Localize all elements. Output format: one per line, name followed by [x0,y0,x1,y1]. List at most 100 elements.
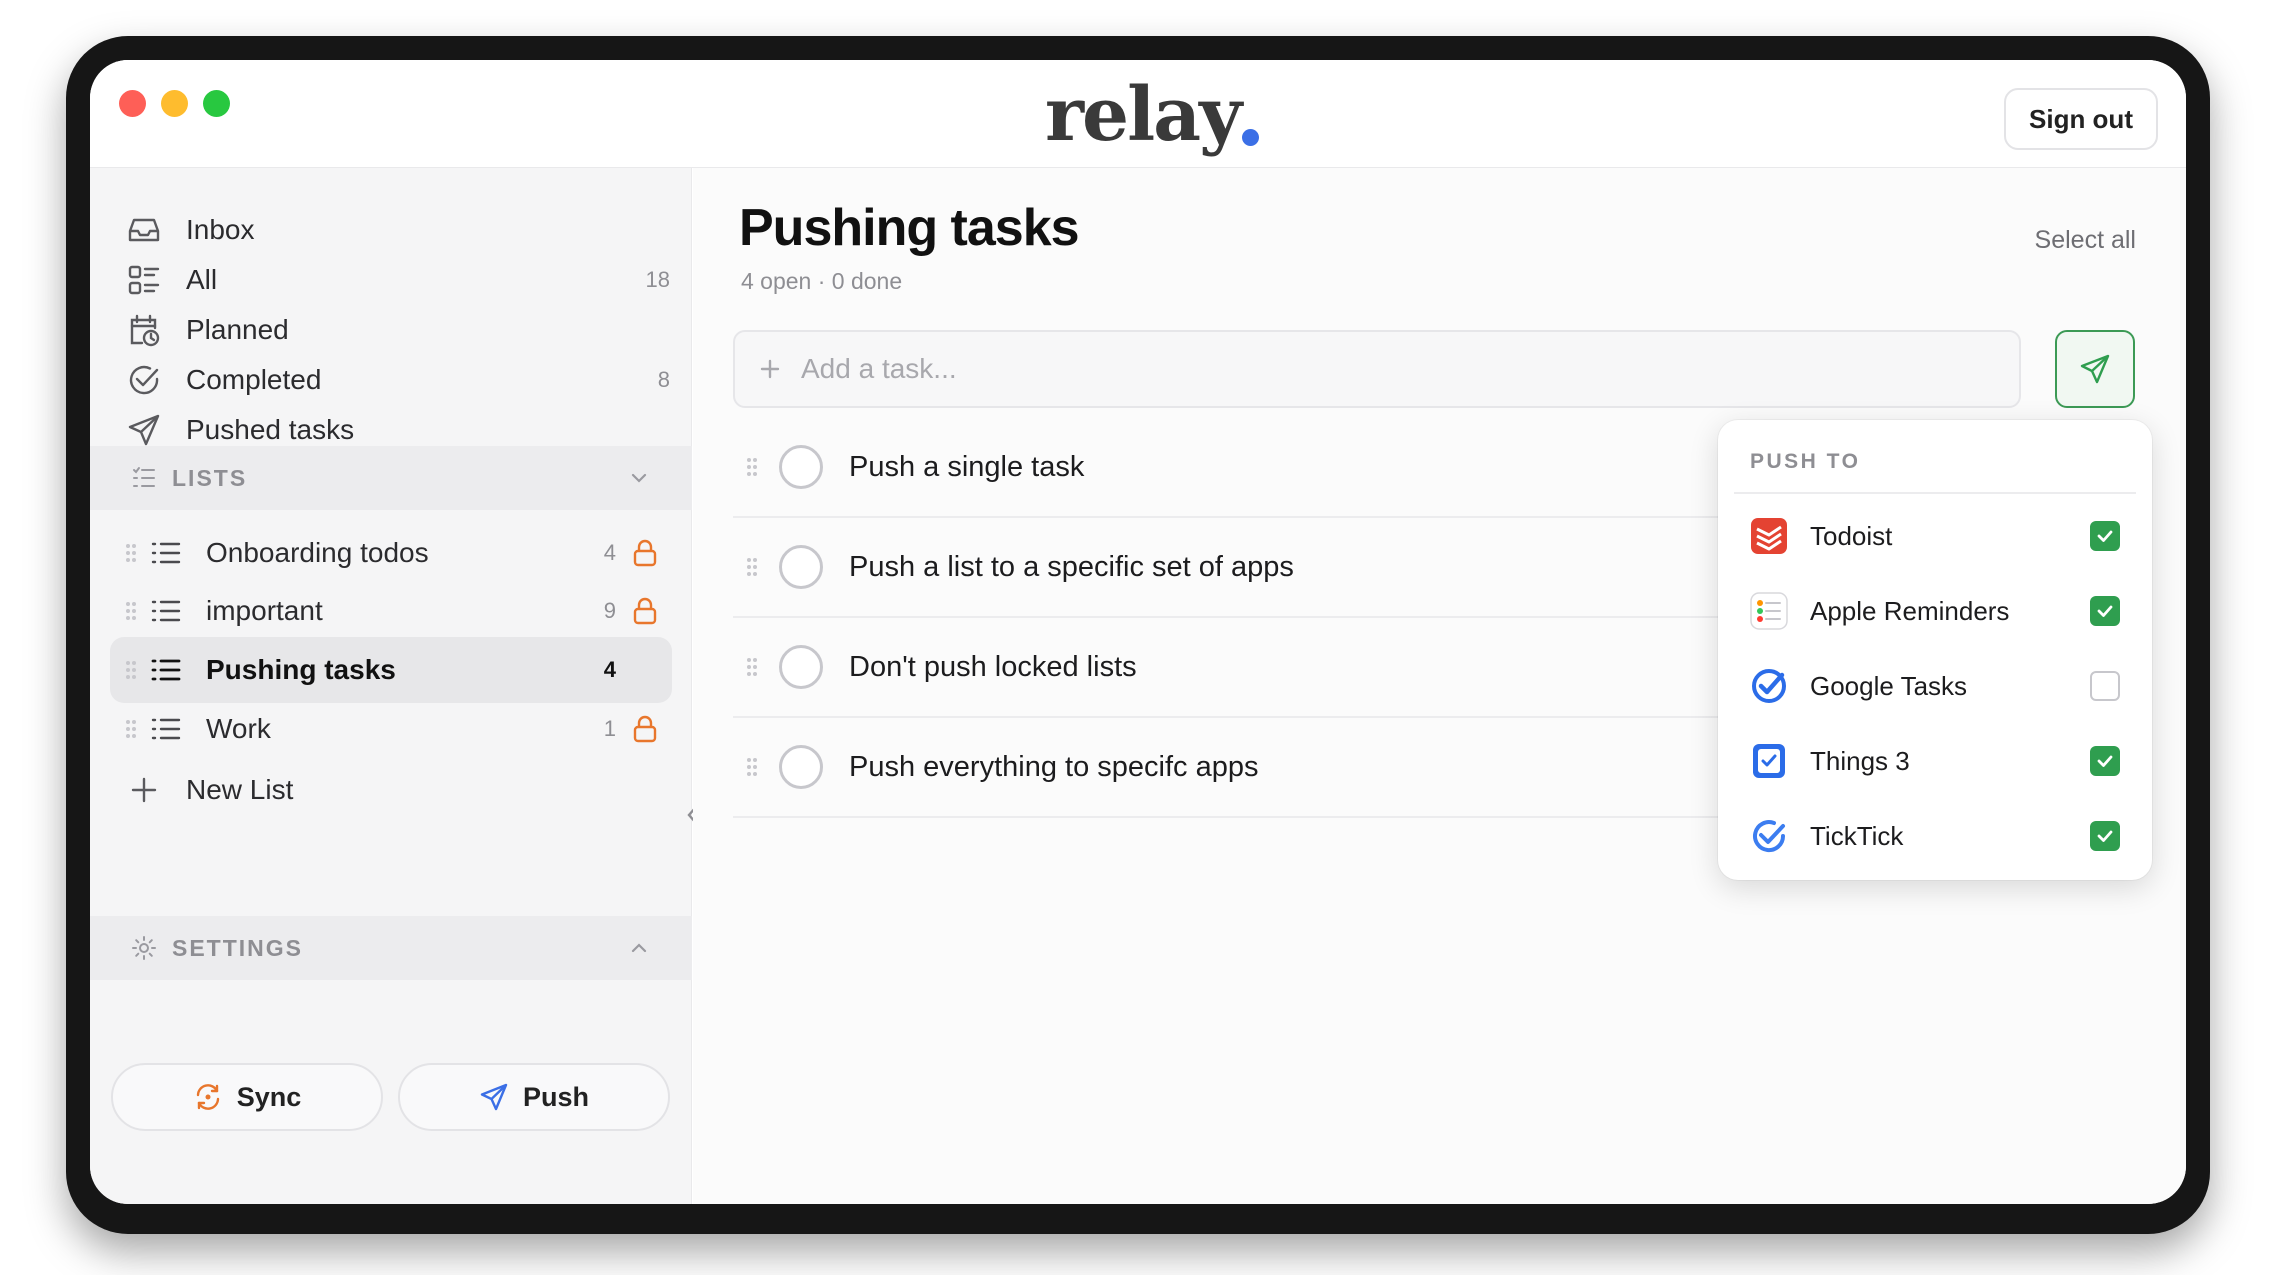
paper-plane-icon [480,1083,508,1111]
chevron-down-icon [626,465,652,491]
google-tasks-icon [1750,667,1788,705]
things-icon [1750,742,1788,780]
task-label: Push everything to specifc apps [849,750,1259,783]
push-target-label: Apple Reminders [1810,595,2010,626]
lock-icon[interactable] [630,596,660,626]
list-icon [148,652,184,688]
push-target-checkbox[interactable] [2090,521,2120,551]
add-task-input[interactable] [801,353,2019,385]
sidebar-list-work[interactable]: Work 1 [110,696,672,762]
list-check-icon [130,464,158,492]
paper-plane-icon [124,410,164,450]
push-target-google-tasks[interactable]: Google Tasks [1736,656,2136,716]
sidebar-list-important[interactable]: important 9 [110,578,672,644]
sidebar-item-label: Pushed tasks [186,414,355,445]
lists-section-header[interactable]: LISTS [90,446,692,510]
apple-reminders-icon [1750,592,1788,630]
title-bar: relay Sign out [90,60,2186,168]
page-title: Pushing tasks [739,199,1080,257]
push-menu-button[interactable] [2055,330,2135,408]
ticktick-icon [1750,817,1788,855]
sidebar-list-onboarding-todos[interactable]: Onboarding todos 4 [110,520,672,586]
all-grid-icon [124,260,164,300]
drag-handle-icon[interactable] [124,718,138,740]
lock-icon[interactable] [630,714,660,744]
push-to-menu: PUSH TO Todoist Apple Reminders Google T… [1718,420,2152,880]
list-icon [148,711,184,747]
push-target-label: Google Tasks [1810,670,1968,701]
list-icon [148,535,184,571]
drag-handle-icon[interactable] [124,659,138,681]
sidebar-item-label: Completed [186,364,322,395]
page-subtitle: 4 open · 0 done [741,268,903,294]
push-target-label: TickTick [1810,820,1904,851]
logo-text: relay [1045,72,1242,158]
todoist-icon [1750,517,1788,555]
lists-header-label: LISTS [172,464,248,491]
push-target-things-3[interactable]: Things 3 [1736,731,2136,791]
new-list-button[interactable]: New List [124,760,676,820]
sync-button[interactable]: Sync [111,1063,383,1131]
drag-handle-icon[interactable] [745,456,759,478]
menu-divider [1734,492,2136,494]
list-count: 1 [603,716,616,741]
sign-out-button[interactable]: Sign out [2004,88,2158,150]
window-minimize-button[interactable] [161,90,188,117]
sidebar-item-label: All [186,264,218,295]
push-button[interactable]: Push [398,1063,670,1131]
check-circle-icon [124,360,164,400]
inbox-icon [124,210,164,250]
select-all-button[interactable]: Select all [2035,226,2136,255]
push-target-label: Things 3 [1810,745,1910,776]
list-label: Pushing tasks [206,654,396,685]
window-zoom-button[interactable] [203,90,230,117]
sidebar-item-label: Planned [186,314,289,345]
drag-handle-icon[interactable] [745,556,759,578]
chevron-up-icon [626,935,652,961]
push-target-todoist[interactable]: Todoist [1736,506,2136,566]
gear-icon [130,934,158,962]
push-target-apple-reminders[interactable]: Apple Reminders [1736,581,2136,641]
task-label: Don't push locked lists [849,650,1137,683]
push-target-checkbox[interactable] [2090,821,2120,851]
app-logo: relay [1045,70,1260,160]
push-target-checkbox[interactable] [2090,596,2120,626]
add-task-field[interactable] [733,330,2021,408]
drag-handle-icon[interactable] [124,600,138,622]
list-count: 4 [603,540,616,565]
drag-handle-icon[interactable] [745,656,759,678]
list-count: 4 [603,657,616,682]
list-count: 9 [603,598,616,623]
plus-icon [124,770,164,810]
logo-dot [1242,129,1260,146]
plus-icon [755,354,785,384]
list-icon [148,593,184,629]
drag-handle-icon[interactable] [124,542,138,564]
sidebar-item-count: 18 [645,267,670,292]
task-checkbox[interactable] [779,445,823,489]
paper-plane-icon [2080,354,2110,384]
push-to-header: PUSH TO [1750,450,1861,473]
task-checkbox[interactable] [779,645,823,689]
sync-label: Sync [236,1081,302,1112]
list-label: Onboarding todos [206,537,429,568]
push-target-ticktick[interactable]: TickTick [1736,806,2136,866]
lock-icon[interactable] [630,538,660,568]
drag-handle-icon[interactable] [745,756,759,778]
new-list-label: New List [186,774,294,805]
settings-section-header[interactable]: SETTINGS [90,916,692,980]
sidebar: Inbox All 18 Planned Completed 8 Pushed … [90,168,692,1204]
task-checkbox[interactable] [779,745,823,789]
sidebar-item-count: 8 [657,367,670,392]
sidebar-list-pushing-tasks[interactable]: Pushing tasks 4 [110,637,672,703]
push-target-checkbox[interactable] [2090,671,2120,701]
push-target-checkbox[interactable] [2090,746,2120,776]
list-label: important [206,595,323,626]
push-target-label: Todoist [1810,520,1893,551]
task-checkbox[interactable] [779,545,823,589]
window-close-button[interactable] [119,90,146,117]
sidebar-item-label: Inbox [186,214,255,245]
task-label: Push a list to a specific set of apps [849,550,1294,583]
sync-icon [196,1084,219,1110]
push-label: Push [522,1081,589,1112]
